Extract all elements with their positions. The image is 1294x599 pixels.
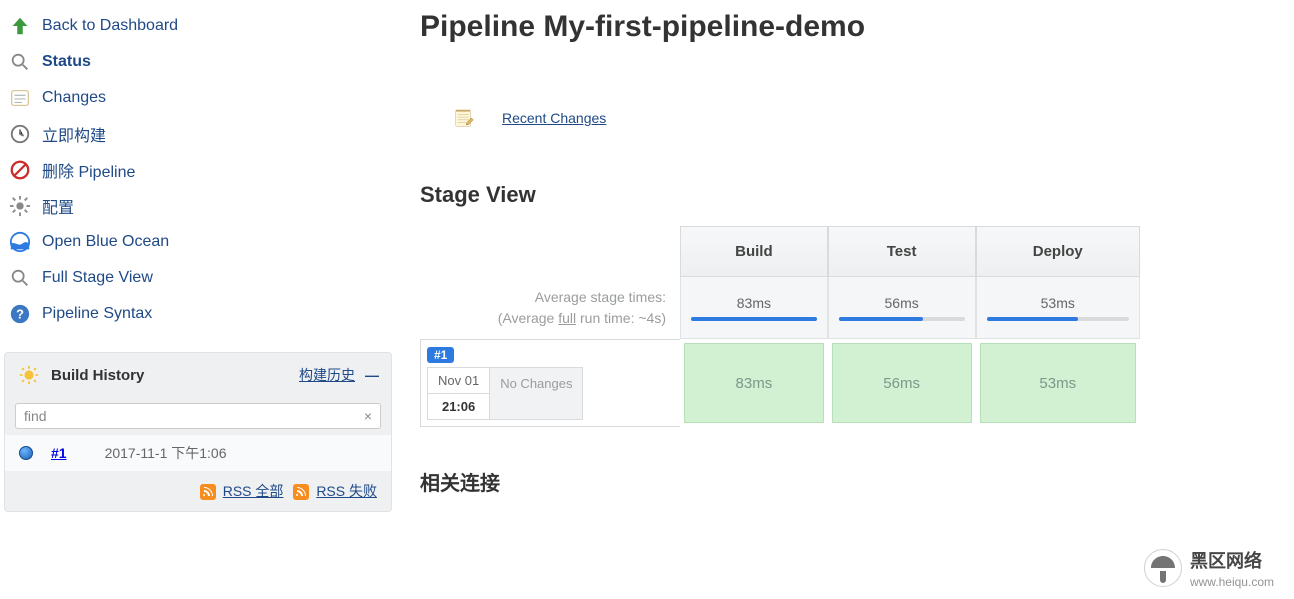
rss-icon	[293, 484, 309, 500]
run-changes: No Changes	[490, 367, 583, 420]
stage-view-table: Build Test Deploy Average stage times: (…	[420, 226, 1140, 427]
nav-pipeline-syntax[interactable]: ? Pipeline Syntax	[4, 296, 392, 332]
build-history-search[interactable]: ×	[15, 403, 381, 429]
help-icon: ?	[8, 302, 32, 326]
stage-run-row[interactable]: #1 Nov 01 21:06 No Changes 83ms 56ms 53m…	[420, 339, 1140, 427]
rss-fail-link[interactable]: RSS 失败	[293, 481, 377, 501]
nav-label: 配置	[42, 194, 74, 218]
nav-build-now[interactable]: 立即构建	[4, 116, 392, 152]
sidebar: Back to Dashboard Status Changes 立即构建 删除…	[0, 0, 400, 520]
nav-back-to-dashboard[interactable]: Back to Dashboard	[4, 8, 392, 44]
clear-icon[interactable]: ×	[364, 408, 372, 424]
nav-changes[interactable]: Changes	[4, 80, 392, 116]
recent-changes-link[interactable]: Recent Changes	[502, 110, 606, 126]
run-badge: #1	[427, 347, 454, 363]
build-timestamp: 2017-11-1 下午1:06	[105, 443, 227, 463]
search-input[interactable]	[24, 408, 364, 424]
cell-deploy[interactable]: 53ms	[976, 339, 1141, 427]
stage-col-deploy: Deploy	[976, 226, 1141, 277]
magnifier-icon	[8, 266, 32, 290]
nav-configure[interactable]: 配置	[4, 188, 392, 224]
cell-test[interactable]: 56ms	[828, 339, 976, 427]
notepad-icon	[8, 86, 32, 110]
stage-view-heading: Stage View	[420, 182, 1264, 208]
nav-open-blue-ocean[interactable]: Open Blue Ocean	[4, 224, 392, 260]
build-history-panel: Build History 构建历史 — × #1 2017-11-1 下午1:…	[4, 352, 392, 512]
nav-label: 删除 Pipeline	[42, 158, 135, 182]
sun-icon	[17, 363, 41, 387]
nav-label: Full Stage View	[42, 269, 153, 287]
avg-label: Average stage times: (Average full run t…	[420, 277, 680, 339]
nav-label: Pipeline Syntax	[42, 305, 152, 323]
blue-ocean-icon	[8, 230, 32, 254]
build-history-trend-link[interactable]: 构建历史	[299, 365, 355, 385]
arrow-up-icon	[8, 14, 32, 38]
stage-col-build: Build	[680, 226, 828, 277]
main-content: Pipeline My-first-pipeline-demo Recent C…	[400, 0, 1294, 520]
avg-test: 56ms	[828, 277, 976, 339]
svg-text:?: ?	[16, 307, 24, 322]
magnifier-icon	[8, 50, 32, 74]
mushroom-icon	[1144, 549, 1182, 587]
build-status-ball-icon	[19, 446, 33, 460]
run-datetime: Nov 01 21:06	[427, 367, 490, 420]
notepad-pencil-icon	[440, 94, 488, 142]
nav-label: 立即构建	[42, 122, 106, 146]
build-history-title: Build History	[51, 367, 289, 384]
nav-status[interactable]: Status	[4, 44, 392, 80]
cell-build[interactable]: 83ms	[680, 339, 828, 427]
related-links-heading: 相关连接	[420, 467, 1264, 496]
avg-build: 83ms	[680, 277, 828, 339]
nav-delete-pipeline[interactable]: 删除 Pipeline	[4, 152, 392, 188]
nav-list: Back to Dashboard Status Changes 立即构建 删除…	[4, 8, 392, 332]
rss-all-link[interactable]: RSS 全部	[200, 481, 284, 501]
watermark: 黑区网络 www.heiqu.com	[1144, 547, 1274, 589]
rss-icon	[200, 484, 216, 500]
page-title: Pipeline My-first-pipeline-demo	[420, 10, 1264, 44]
build-number-link[interactable]: #1	[51, 445, 67, 461]
avg-deploy: 53ms	[976, 277, 1141, 339]
recent-changes-block: Recent Changes	[440, 94, 1264, 142]
prohibit-icon	[8, 158, 32, 182]
build-row[interactable]: #1 2017-11-1 下午1:06	[5, 435, 391, 471]
collapse-icon[interactable]: —	[365, 367, 379, 383]
nav-label: Open Blue Ocean	[42, 233, 169, 251]
clock-icon	[8, 122, 32, 146]
stage-col-test: Test	[828, 226, 976, 277]
nav-full-stage-view[interactable]: Full Stage View	[4, 260, 392, 296]
nav-label: Back to Dashboard	[42, 17, 178, 35]
nav-label: Status	[42, 53, 91, 71]
nav-label: Changes	[42, 89, 106, 107]
gear-icon	[8, 194, 32, 218]
